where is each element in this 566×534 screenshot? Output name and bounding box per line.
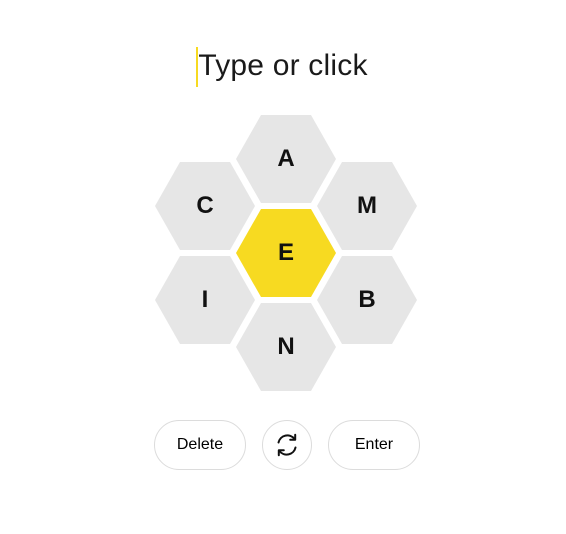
delete-button[interactable]: Delete: [154, 420, 246, 470]
hive-letter: N: [277, 333, 295, 360]
hive-controls: Delete Enter: [0, 420, 566, 470]
shuffle-icon: [277, 433, 297, 457]
shuffle-button[interactable]: [262, 420, 312, 470]
enter-button[interactable]: Enter: [328, 420, 420, 470]
hive-cell-bottom[interactable]: N: [236, 303, 336, 391]
